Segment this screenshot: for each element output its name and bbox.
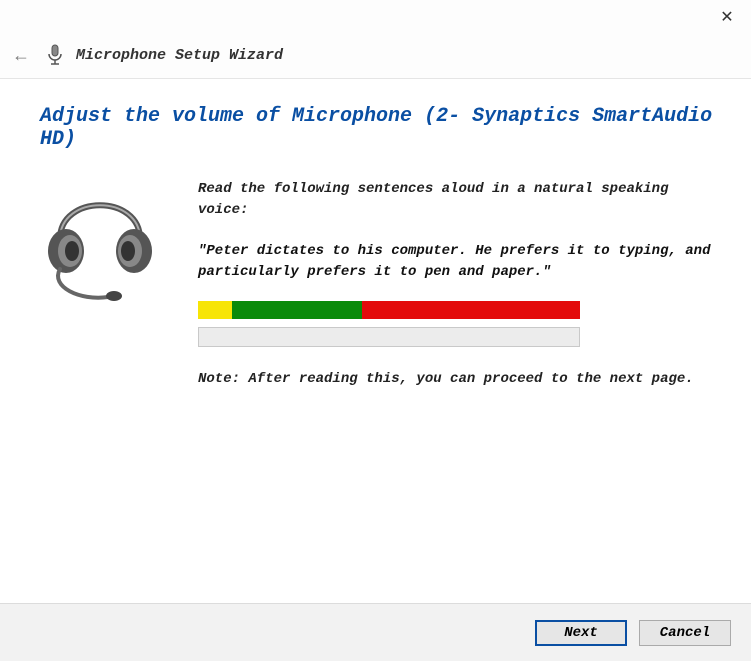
meter-green-zone bbox=[232, 301, 362, 319]
wizard-title: Microphone Setup Wizard bbox=[76, 47, 283, 64]
progress-bar bbox=[198, 327, 580, 347]
volume-meter bbox=[198, 301, 580, 319]
cancel-button[interactable]: Cancel bbox=[639, 620, 731, 646]
microphone-icon bbox=[46, 44, 64, 66]
instruction-text: Read the following sentences aloud in a … bbox=[198, 179, 718, 221]
page-title: Adjust the volume of Microphone (2- Syna… bbox=[40, 105, 719, 151]
next-button[interactable]: Next bbox=[535, 620, 627, 646]
close-icon[interactable]: ✕ bbox=[715, 6, 739, 30]
wizard-header: ← Microphone Setup Wizard bbox=[0, 0, 751, 79]
headset-illustration bbox=[40, 179, 170, 314]
sample-sentence: "Peter dictates to his computer. He pref… bbox=[198, 241, 718, 283]
back-arrow-icon[interactable]: ← bbox=[8, 45, 34, 66]
wizard-footer: Next Cancel bbox=[0, 603, 751, 661]
note-text: Note: After reading this, you can procee… bbox=[198, 371, 718, 387]
meter-red-zone bbox=[362, 301, 580, 319]
wizard-content: Adjust the volume of Microphone (2- Syna… bbox=[0, 79, 751, 604]
meter-yellow-zone bbox=[198, 301, 232, 319]
